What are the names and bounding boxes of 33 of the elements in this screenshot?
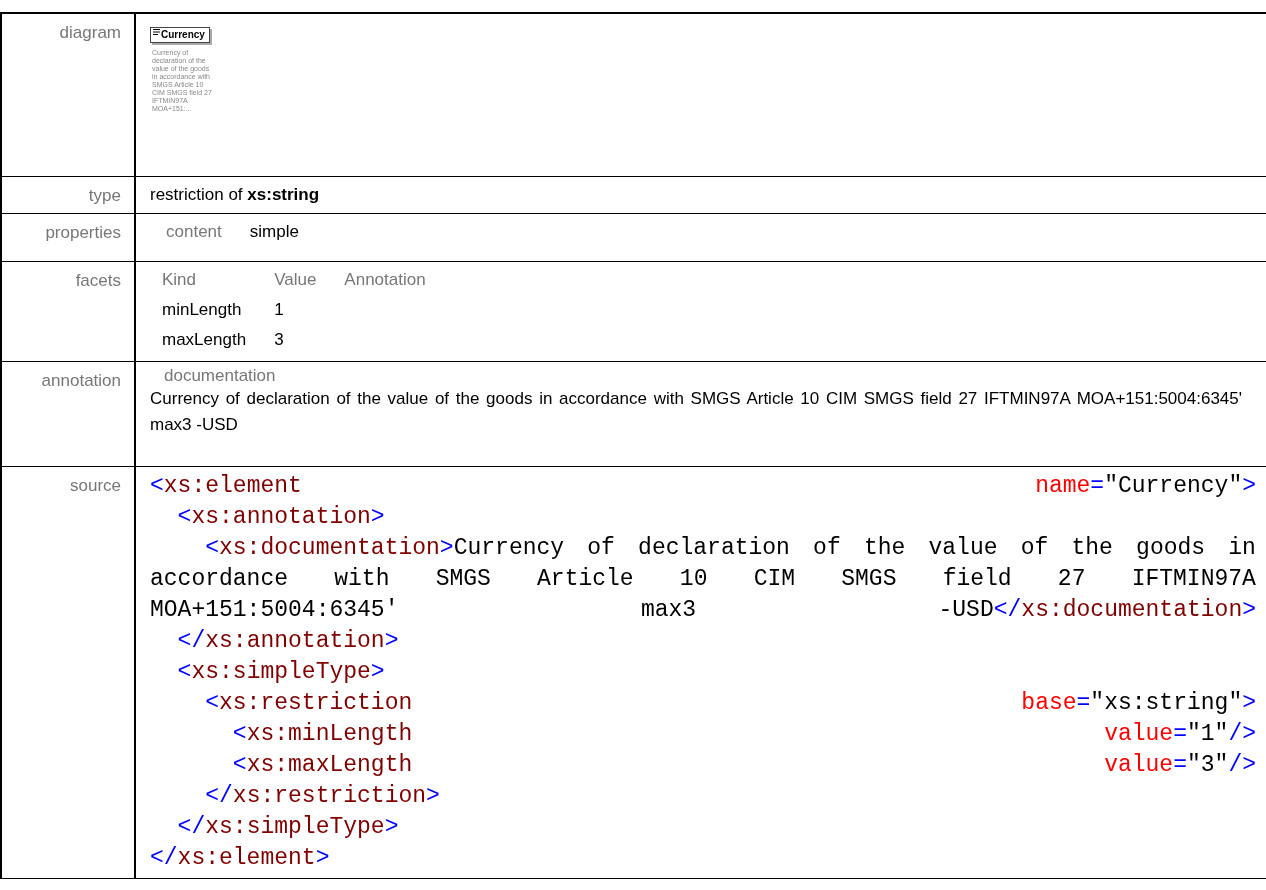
source-line: <xs:documentation>Currency of declaration of the value of the goods in bbox=[204, 534, 1256, 563]
source-line: <xs:minLength value="1"/> bbox=[231, 720, 1256, 749]
property-name: content bbox=[166, 222, 222, 242]
element-node[interactable]: Currency bbox=[150, 27, 210, 43]
property-value: simple bbox=[249, 222, 299, 242]
row-label: type bbox=[2, 177, 136, 214]
lines-icon bbox=[153, 29, 160, 35]
row-label: source bbox=[2, 467, 136, 879]
facet-cell-text: minLength bbox=[162, 300, 243, 320]
facet-cell-text: 1 bbox=[274, 300, 285, 320]
column-header: Annotation bbox=[344, 270, 426, 290]
source-line: </xs:annotation> bbox=[176, 627, 400, 656]
row-label: facets bbox=[2, 262, 136, 362]
row-label: annotation bbox=[2, 362, 136, 467]
source-line: <xs:restriction base="xs:string"> bbox=[204, 689, 1256, 718]
row-label: diagram bbox=[2, 14, 136, 177]
column-header: Kind bbox=[162, 270, 198, 290]
facet-cell-text: 3 bbox=[274, 330, 285, 350]
annotation-heading: documentation bbox=[163, 366, 277, 386]
source-line: </xs:simpleType> bbox=[176, 813, 400, 842]
type-text: restriction of xs:string bbox=[150, 185, 320, 204]
source-line: </xs:restriction> bbox=[204, 782, 441, 811]
column-header: Value bbox=[274, 270, 317, 290]
facet-cell: maxLength bbox=[162, 330, 247, 350]
source-line: accordance with SMGS Article 10 CIM SMGS field 27 IFTMIN97A bbox=[150, 565, 1256, 594]
source-line: <xs:maxLength value="3"/> bbox=[231, 751, 1256, 780]
source-line: <xs:element name="Currency"> bbox=[150, 472, 1256, 501]
source-line: MOA+151:5004:6345' max3 -USD</xs:documentation> bbox=[150, 596, 1256, 625]
row-label: properties bbox=[2, 214, 136, 262]
source-line: </xs:element> bbox=[150, 844, 331, 873]
annotation-text: Currency of declaration of the value of the goods in accordance with SMGS Article 10 CIM SMGS field 27 IFTMIN97A MOA+151:5004:6345' max3 -USD bbox=[150, 388, 1242, 436]
source-line: <xs:annotation> bbox=[176, 503, 386, 532]
source-line: <xs:simpleType> bbox=[176, 658, 386, 687]
